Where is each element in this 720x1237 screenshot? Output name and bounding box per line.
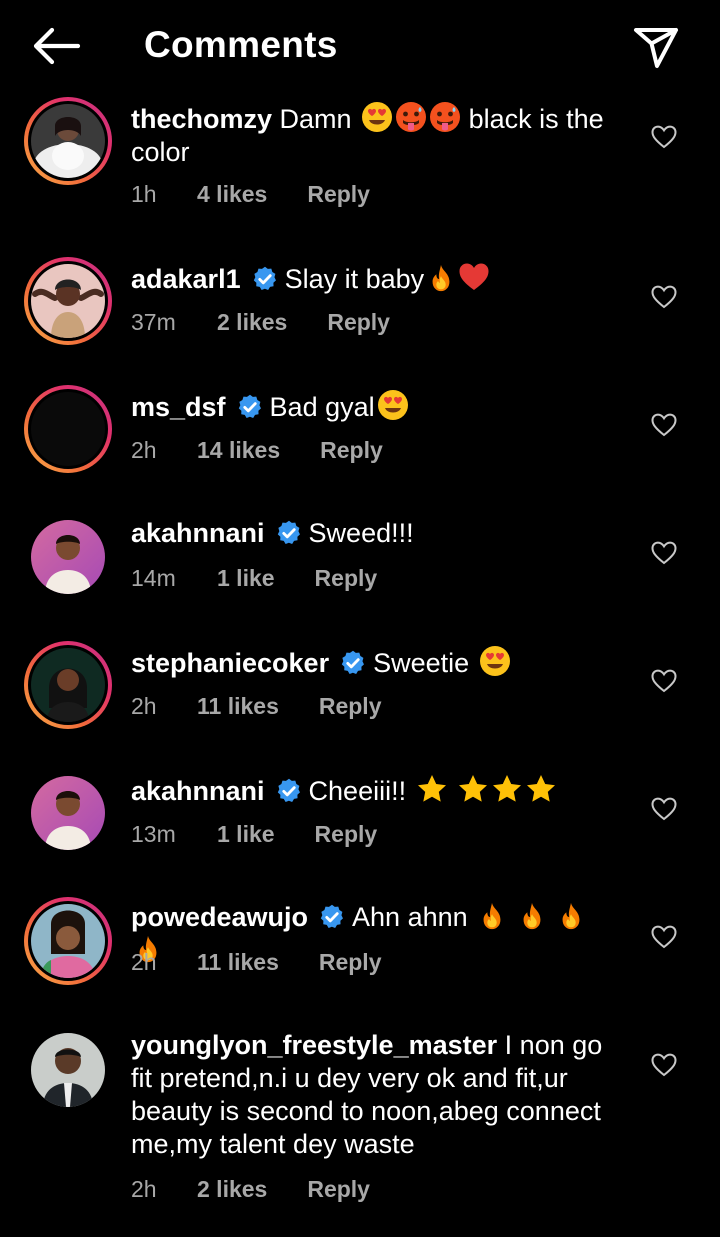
avatar (31, 264, 105, 338)
star-emoji-icon (525, 773, 557, 805)
verified-badge-icon (318, 903, 346, 931)
avatar-story-ring[interactable] (24, 897, 112, 985)
avatar[interactable] (31, 1033, 105, 1107)
share-button[interactable] (632, 24, 680, 70)
username[interactable]: akahnnani (131, 518, 265, 548)
comment-text: Sweetie (373, 648, 470, 678)
like-heart-icon[interactable] (651, 797, 677, 821)
reply-button[interactable]: Reply (319, 949, 382, 976)
fire-emoji-icon (426, 263, 456, 293)
comment-likes[interactable]: 11 likes (197, 949, 279, 976)
comment-likes[interactable]: 1 like (217, 565, 275, 592)
arrow-left-icon (33, 27, 81, 65)
avatar-story-ring[interactable] (24, 257, 112, 345)
hot-face-emoji-icon (429, 101, 461, 133)
comment-likes[interactable]: 2 likes (197, 1176, 267, 1203)
avatar (31, 904, 105, 978)
paper-plane-icon (634, 28, 678, 68)
comment-time: 1h (131, 181, 157, 207)
red-heart-emoji-icon (458, 261, 490, 293)
reply-button[interactable]: Reply (307, 181, 370, 208)
fire-emoji-icon (517, 901, 547, 931)
verified-badge-icon (251, 265, 279, 293)
reply-button[interactable]: Reply (327, 309, 390, 336)
fire-emoji-icon (477, 901, 507, 931)
username[interactable]: akahnnani (131, 776, 265, 806)
like-heart-icon[interactable] (651, 541, 677, 565)
comment-time: 14m (131, 565, 176, 591)
avatar[interactable] (31, 776, 105, 850)
star-emoji-icon (416, 773, 448, 805)
reply-button[interactable]: Reply (320, 437, 383, 464)
star-emoji-icon (491, 773, 523, 805)
avatar (31, 648, 105, 722)
verified-badge-icon (275, 777, 303, 805)
username[interactable]: stephaniecoker (131, 648, 329, 678)
reply-button[interactable]: Reply (315, 565, 378, 592)
header: Comments (0, 0, 720, 92)
avatar-story-ring[interactable] (24, 97, 112, 185)
comment-likes[interactable]: 1 like (217, 821, 275, 848)
comment-text: Ahn ahnn (352, 902, 468, 932)
star-emoji-icon (457, 773, 489, 805)
avatar-story-ring[interactable] (24, 641, 112, 729)
heart-eyes-emoji-icon (479, 645, 511, 677)
like-heart-icon[interactable] (651, 125, 677, 149)
comment-text: Sweed!!! (308, 518, 414, 548)
username[interactable]: ms_dsf (131, 392, 226, 422)
like-heart-icon[interactable] (651, 925, 677, 949)
avatar (31, 392, 105, 466)
hot-face-emoji-icon (395, 101, 427, 133)
back-button[interactable] (30, 26, 82, 66)
like-heart-icon[interactable] (651, 413, 677, 437)
comment-text: Bad gyal (269, 392, 375, 422)
comment-time: 13m (131, 821, 176, 847)
comment-text: Slay it baby (284, 264, 425, 294)
comment-time: 2h (131, 949, 157, 975)
avatar-story-ring[interactable] (24, 385, 112, 473)
avatar[interactable] (31, 520, 105, 594)
comment-likes[interactable]: 11 likes (197, 693, 279, 720)
avatar (31, 104, 105, 178)
reply-button[interactable]: Reply (307, 1176, 370, 1203)
page-title: Comments (144, 24, 338, 65)
heart-eyes-emoji-icon (377, 389, 409, 421)
verified-badge-icon (275, 519, 303, 547)
reply-button[interactable]: Reply (315, 821, 378, 848)
username[interactable]: younglyon_freestyle_master (131, 1030, 497, 1060)
comment-likes[interactable]: 4 likes (197, 181, 267, 208)
comment-time: 2h (131, 437, 157, 463)
comment-time: 37m (131, 309, 176, 335)
username[interactable]: powedeawujo (131, 902, 308, 932)
fire-emoji-icon (556, 901, 586, 931)
comment-likes[interactable]: 2 likes (217, 309, 287, 336)
verified-badge-icon (339, 649, 367, 677)
comment-text: Cheeiii!! (308, 776, 407, 806)
username[interactable]: adakarl1 (131, 264, 241, 294)
comment-time: 2h (131, 693, 157, 719)
like-heart-icon[interactable] (651, 669, 677, 693)
username[interactable]: thechomzy (131, 104, 272, 134)
comment-likes[interactable]: 14 likes (197, 437, 280, 464)
reply-button[interactable]: Reply (319, 693, 382, 720)
verified-badge-icon (236, 393, 264, 421)
comment-text: Damn (279, 104, 352, 134)
comment-time: 2h (131, 1176, 157, 1202)
heart-eyes-emoji-icon (361, 101, 393, 133)
like-heart-icon[interactable] (651, 1053, 677, 1077)
like-heart-icon[interactable] (651, 285, 677, 309)
